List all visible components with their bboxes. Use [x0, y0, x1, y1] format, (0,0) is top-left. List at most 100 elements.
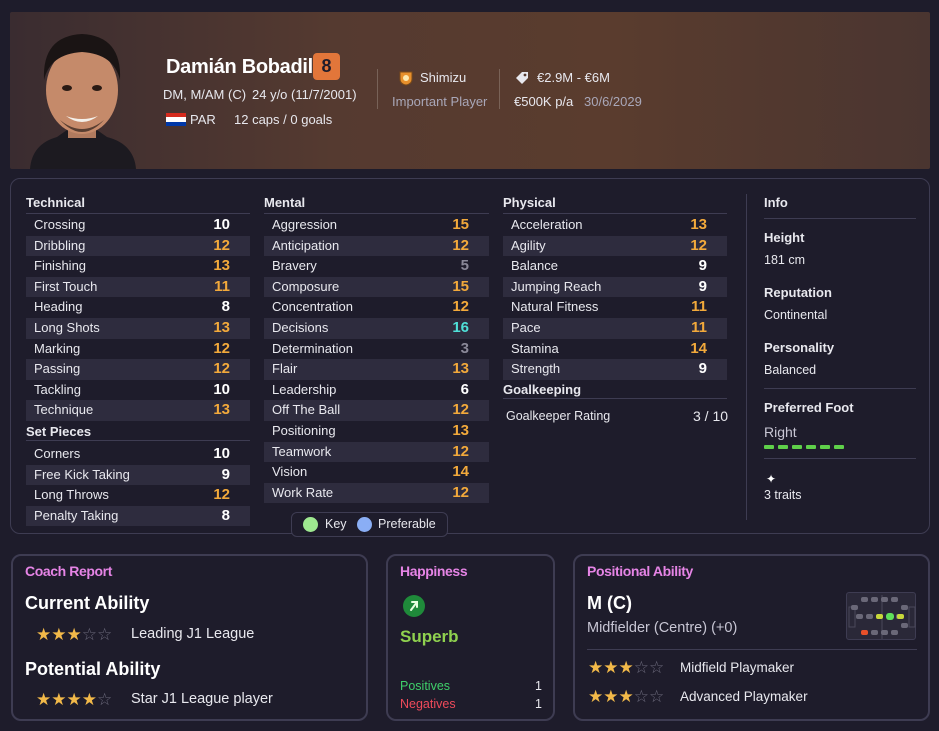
attribute-row[interactable]: Leadership 6: [264, 380, 489, 401]
attribute-value: 10: [213, 216, 230, 233]
attribute-row[interactable]: Off The Ball 12: [264, 400, 489, 421]
attribute-row[interactable]: Tackling 10: [26, 380, 250, 401]
attribute-value: 12: [690, 236, 707, 254]
traits-count[interactable]: 3 traits: [764, 488, 802, 502]
star-filled-icon: ★: [603, 687, 619, 706]
sparkle-icon: ✦: [766, 472, 777, 486]
attribute-row[interactable]: Pace 11: [503, 317, 727, 339]
attribute-value: 12: [452, 298, 469, 316]
attribute-value: 13: [213, 318, 230, 336]
attribute-row[interactable]: Corners 10: [26, 444, 250, 465]
happiness-status: Superb: [400, 627, 459, 646]
attribute-name: Positioning: [272, 422, 336, 438]
technical-title: Technical: [26, 195, 86, 210]
nationality[interactable]: PAR: [190, 112, 216, 127]
attribute-value: 8: [221, 298, 230, 316]
attribute-name: Crossing: [34, 217, 86, 232]
attribute-row[interactable]: Positioning 13: [264, 421, 489, 442]
personality-label: Personality: [764, 340, 835, 355]
attribute-name: Determination: [272, 340, 353, 356]
attribute-row[interactable]: Natural Fitness 11: [503, 297, 727, 318]
physical-title: Physical: [503, 195, 556, 210]
attribute-row[interactable]: Dribbling 12: [26, 235, 250, 257]
positives-label: Positives: [400, 679, 451, 693]
current-ability-label: Current Ability: [25, 593, 150, 613]
attribute-row[interactable]: Heading 8: [26, 297, 250, 318]
divider: [26, 213, 250, 214]
positives-count: 1: [535, 679, 542, 693]
attribute-value: 10: [213, 380, 230, 398]
happiness-title: Happiness: [400, 563, 468, 579]
height-label: Height: [764, 230, 805, 245]
attribute-row[interactable]: Anticipation 12: [264, 235, 489, 257]
divider: [499, 69, 500, 109]
attribute-row[interactable]: Vision 14: [264, 462, 489, 483]
attribute-row[interactable]: Stamina 14: [503, 339, 727, 360]
attribute-row[interactable]: Determination 3: [264, 339, 489, 360]
attribute-name: Stamina: [511, 340, 559, 356]
attribute-row[interactable]: Technique 13: [26, 400, 250, 421]
attribute-row[interactable]: Flair 13: [264, 359, 489, 380]
attribute-value: 15: [452, 277, 469, 295]
attribute-row[interactable]: Concentration 12: [264, 297, 489, 318]
legend-preferable-label: Preferable: [378, 517, 436, 531]
attribute-value: 11: [214, 277, 230, 295]
club-name[interactable]: Shimizu: [420, 70, 466, 85]
role-stars-advanced-playmaker: ★★★☆☆: [588, 688, 664, 705]
star-filled-icon: ★: [588, 658, 604, 677]
squad-number-badge: 8: [313, 53, 340, 80]
set-pieces-title: Set Pieces: [26, 424, 92, 439]
current-ability-text: Leading J1 League: [131, 626, 255, 642]
attribute-name: Flair: [272, 361, 298, 377]
attribute-row[interactable]: Teamwork 12: [264, 441, 489, 463]
attribute-row[interactable]: Decisions 16: [264, 317, 489, 339]
attribute-row[interactable]: Long Throws 12: [26, 485, 250, 506]
wage: €500K p/a: [514, 94, 574, 109]
attribute-name: Heading: [34, 299, 83, 315]
attribute-name: Bravery: [272, 258, 317, 274]
player-age: 24 y/o (11/7/2001): [252, 87, 357, 102]
mental-attributes: Aggression 15 Anticipation 12 Bravery 5 Compos…: [264, 215, 489, 504]
divider: [503, 213, 727, 214]
attribute-row[interactable]: Strength 9: [503, 359, 727, 380]
star-empty-icon: ☆: [649, 658, 665, 677]
attribute-row[interactable]: Acceleration 13: [503, 215, 727, 236]
attribute-name: Pace: [511, 319, 541, 335]
international-caps: 12 caps / 0 goals: [234, 112, 333, 127]
divider: [764, 388, 916, 389]
physical-attributes: Acceleration 13 Agility 12 Balance 9 Jumping R…: [503, 215, 727, 380]
attribute-value: 13: [452, 421, 469, 439]
attribute-name: Acceleration: [511, 217, 583, 232]
star-empty-icon: ☆: [649, 687, 665, 706]
attribute-value: 6: [460, 380, 469, 398]
attribute-value: 14: [452, 463, 469, 481]
attribute-row[interactable]: Jumping Reach 9: [503, 276, 727, 298]
attribute-value: 12: [452, 483, 469, 501]
club-crest-icon[interactable]: [398, 70, 414, 86]
attribute-row[interactable]: Agility 12: [503, 235, 727, 257]
attribute-row[interactable]: Crossing 10: [26, 215, 250, 236]
attribute-row[interactable]: Passing 12: [26, 359, 250, 380]
attribute-row[interactable]: Bravery 5: [264, 256, 489, 277]
attribute-value: 16: [452, 318, 469, 336]
attribute-row[interactable]: Work Rate 12: [264, 482, 489, 504]
attribute-row[interactable]: Penalty Taking 8: [26, 505, 250, 527]
preferred-foot-label: Preferred Foot: [764, 400, 854, 415]
attribute-row[interactable]: Aggression 15: [264, 215, 489, 236]
role-midfield-playmaker[interactable]: Midfield Playmaker: [680, 660, 794, 675]
attribute-row[interactable]: Finishing 13: [26, 256, 250, 277]
attribute-name: Jumping Reach: [511, 278, 602, 294]
attribute-row[interactable]: Free Kick Taking 9: [26, 464, 250, 486]
attribute-value: 9: [698, 277, 707, 295]
attribute-row[interactable]: First Touch 11: [26, 276, 250, 298]
role-advanced-playmaker[interactable]: Advanced Playmaker: [680, 689, 808, 704]
divider: [26, 440, 250, 441]
divider: [377, 69, 378, 109]
star-filled-icon: ★: [36, 625, 52, 644]
attribute-row[interactable]: Long Shots 13: [26, 317, 250, 339]
attribute-row[interactable]: Balance 9: [503, 256, 727, 277]
potential-ability-label: Potential Ability: [25, 659, 161, 679]
attribute-row[interactable]: Composure 15: [264, 276, 489, 298]
star-filled-icon: ★: [51, 690, 67, 709]
attribute-row[interactable]: Marking 12: [26, 339, 250, 360]
